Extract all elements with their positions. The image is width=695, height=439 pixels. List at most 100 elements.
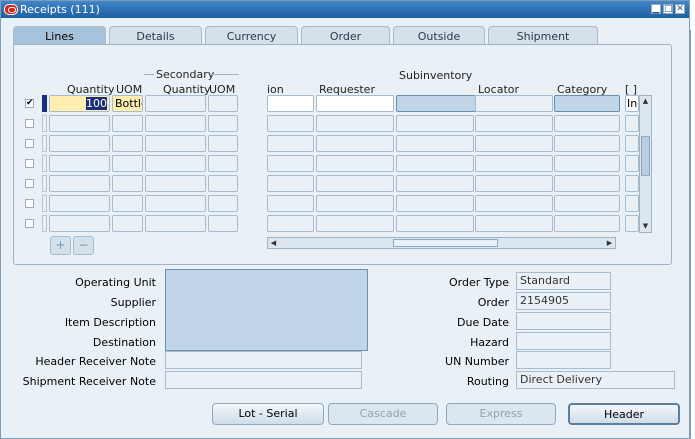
category-cell[interactable] xyxy=(554,195,620,212)
header-receiver-note-field[interactable] xyxy=(165,351,362,369)
quantity-cell[interactable]: 100 xyxy=(49,95,110,112)
current-row-indicator[interactable] xyxy=(42,95,47,112)
row-indicator[interactable] xyxy=(42,215,47,232)
secondary-quantity-cell[interactable] xyxy=(145,95,206,112)
quantity-cell[interactable] xyxy=(49,135,110,152)
requester-cell[interactable] xyxy=(316,155,394,172)
requester-cell[interactable] xyxy=(316,115,394,132)
requester-cell[interactable] xyxy=(316,195,394,212)
secondary-quantity-cell[interactable] xyxy=(145,215,206,232)
row-select-checkbox[interactable] xyxy=(25,179,34,188)
subinventory-cell[interactable] xyxy=(396,95,476,112)
secondary-quantity-cell[interactable] xyxy=(145,195,206,212)
ion-cell[interactable] xyxy=(267,215,314,232)
tab-outside-services[interactable]: Outside Services xyxy=(393,26,485,62)
subinventory-cell[interactable] xyxy=(396,135,474,152)
subinventory-cell[interactable] xyxy=(396,155,474,172)
scroll-left-icon[interactable]: ◀ xyxy=(268,238,279,248)
secondary-uom-cell[interactable] xyxy=(208,195,238,212)
secondary-uom-cell[interactable] xyxy=(208,115,238,132)
uom-cell[interactable] xyxy=(112,155,143,172)
subinventory-cell[interactable] xyxy=(396,215,474,232)
maximize-icon[interactable]: □ xyxy=(663,4,673,14)
ion-cell[interactable] xyxy=(267,135,314,152)
row-select-checkbox[interactable]: ✔ xyxy=(25,99,34,108)
requester-cell[interactable] xyxy=(316,215,394,232)
order-type-field[interactable]: Standard xyxy=(516,272,611,290)
row-select-checkbox[interactable] xyxy=(25,199,34,208)
scroll-down-icon[interactable]: ▼ xyxy=(640,221,651,231)
secondary-quantity-cell[interactable] xyxy=(145,115,206,132)
subinventory-cell[interactable] xyxy=(396,115,474,132)
quantity-cell[interactable] xyxy=(49,215,110,232)
category-cell[interactable] xyxy=(554,95,620,112)
shipment-receiver-note-field[interactable] xyxy=(165,371,362,389)
tab-shipment-information[interactable]: Shipment Information xyxy=(488,26,598,62)
row-select-checkbox[interactable] xyxy=(25,119,34,128)
due-date-field[interactable] xyxy=(516,312,611,330)
minimize-icon[interactable]: ▁ xyxy=(651,4,661,14)
locator-cell[interactable] xyxy=(475,95,553,112)
scroll-right-icon[interactable]: ▶ xyxy=(604,238,615,248)
locator-cell[interactable] xyxy=(475,115,553,132)
title-bar[interactable]: Receipts (111) ▁ □ ✕ xyxy=(1,1,689,18)
locator-cell[interactable] xyxy=(475,215,553,232)
flex-field-cell[interactable]: Inc xyxy=(625,95,639,112)
close-icon[interactable]: ✕ xyxy=(675,4,685,14)
uom-cell[interactable] xyxy=(112,195,143,212)
secondary-quantity-cell[interactable] xyxy=(145,175,206,192)
lot-serial-button[interactable]: Lot - Serial xyxy=(212,403,324,425)
row-indicator[interactable] xyxy=(42,195,47,212)
ion-cell[interactable] xyxy=(267,115,314,132)
category-cell[interactable] xyxy=(554,155,620,172)
category-cell[interactable] xyxy=(554,135,620,152)
flex-field-cell[interactable] xyxy=(625,195,639,212)
tab-order-information[interactable]: Order Information xyxy=(301,26,390,62)
locator-cell[interactable] xyxy=(475,195,553,212)
vertical-scroll-thumb[interactable] xyxy=(641,136,650,176)
flex-field-cell[interactable] xyxy=(625,135,639,152)
row-select-checkbox[interactable] xyxy=(25,219,34,228)
row-indicator[interactable] xyxy=(42,175,47,192)
ion-cell[interactable] xyxy=(267,175,314,192)
subinventory-cell[interactable] xyxy=(396,175,474,192)
uom-cell[interactable] xyxy=(112,115,143,132)
flex-field-cell[interactable] xyxy=(625,175,639,192)
row-indicator[interactable] xyxy=(42,135,47,152)
secondary-quantity-cell[interactable] xyxy=(145,155,206,172)
express-button[interactable]: Express xyxy=(446,403,556,425)
tab-lines[interactable]: Lines xyxy=(13,26,106,45)
requester-cell[interactable] xyxy=(316,135,394,152)
secondary-uom-cell[interactable] xyxy=(208,215,238,232)
locator-cell[interactable] xyxy=(475,135,553,152)
quantity-cell[interactable] xyxy=(49,115,110,132)
requester-cell[interactable] xyxy=(316,175,394,192)
row-select-checkbox[interactable] xyxy=(25,159,34,168)
header-button[interactable]: Header xyxy=(568,403,680,425)
remove-row-button[interactable]: − xyxy=(73,236,94,255)
category-cell[interactable] xyxy=(554,215,620,232)
routing-field[interactable]: Direct Delivery xyxy=(516,371,675,389)
uom-cell[interactable] xyxy=(112,215,143,232)
header-info-display[interactable] xyxy=(165,269,368,351)
quantity-cell[interactable] xyxy=(49,155,110,172)
uom-cell[interactable]: Bottle xyxy=(112,95,143,112)
tab-details[interactable]: Details xyxy=(109,26,202,45)
ion-cell[interactable] xyxy=(267,95,314,112)
uom-cell[interactable] xyxy=(112,135,143,152)
vertical-scrollbar[interactable]: ▲ ▼ xyxy=(639,95,652,233)
ion-cell[interactable] xyxy=(267,195,314,212)
secondary-uom-cell[interactable] xyxy=(208,135,238,152)
ion-cell[interactable] xyxy=(267,155,314,172)
row-select-checkbox[interactable] xyxy=(25,139,34,148)
category-cell[interactable] xyxy=(554,175,620,192)
hazard-field[interactable] xyxy=(516,332,611,350)
secondary-uom-cell[interactable] xyxy=(208,155,238,172)
quantity-cell[interactable] xyxy=(49,195,110,212)
subinventory-cell[interactable] xyxy=(396,195,474,212)
quantity-cell[interactable] xyxy=(49,175,110,192)
row-indicator[interactable] xyxy=(42,115,47,132)
horizontal-scroll-thumb[interactable] xyxy=(393,239,498,247)
row-indicator[interactable] xyxy=(42,155,47,172)
category-cell[interactable] xyxy=(554,115,620,132)
